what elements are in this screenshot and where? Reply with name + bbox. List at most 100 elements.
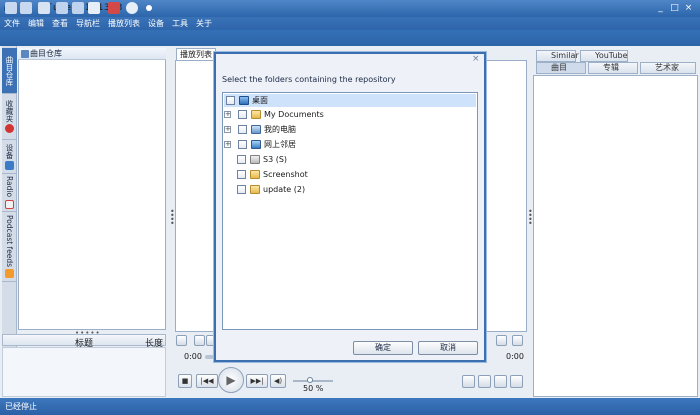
mute-button[interactable]: ◀)	[270, 374, 286, 388]
info-panel	[533, 75, 698, 397]
tab-podcast-feeds[interactable]: Podcast feeds	[2, 212, 17, 282]
library-tree[interactable]	[18, 48, 166, 330]
tree-row-s3-drive[interactable]: S3 (S)	[237, 153, 287, 166]
tab-albums-label: 专辑	[603, 63, 619, 72]
tab-youtube[interactable]: YouTube	[580, 50, 628, 62]
tree-label: My Documents	[264, 110, 324, 119]
monitor-icon[interactable]	[72, 2, 84, 14]
network-icon	[251, 140, 261, 149]
fullscreen-icon[interactable]	[510, 375, 523, 388]
dialog-close-icon[interactable]: ×	[472, 54, 480, 64]
checkbox[interactable]	[237, 170, 246, 179]
play-button[interactable]: ▶	[218, 367, 244, 393]
tree-row-screenshot[interactable]: Screenshot	[237, 168, 308, 181]
tree-label: S3 (S)	[263, 155, 288, 164]
menu-bar: 文件 编辑 查看 导航栏 播放列表 设备 工具 关于	[0, 17, 700, 30]
checkbox[interactable]	[238, 125, 247, 134]
open-folder-icon[interactable]	[5, 2, 17, 14]
expand-icon[interactable]: +	[224, 111, 231, 118]
stop-button[interactable]: ■	[178, 374, 192, 388]
menu-about[interactable]: 关于	[192, 17, 216, 30]
minimize-button[interactable]: _	[655, 3, 666, 14]
folder-icon	[251, 110, 261, 119]
record-icon[interactable]	[108, 2, 120, 14]
checkbox[interactable]	[226, 96, 235, 105]
rss-icon	[5, 269, 14, 279]
splitter-left-icon[interactable]: • • • •	[170, 208, 175, 228]
loop-icon[interactable]	[478, 375, 491, 388]
expand-icon[interactable]: +	[224, 141, 231, 148]
previous-button[interactable]: |◀◀	[196, 374, 218, 388]
zoom-icon[interactable]	[176, 335, 187, 346]
globe-icon[interactable]	[88, 2, 100, 14]
status-bar: 已经停止	[0, 398, 700, 415]
menu-navigation[interactable]: 导航栏	[72, 17, 104, 30]
tab-artists[interactable]: 艺术家	[640, 62, 696, 74]
time-elapsed: 0:00	[184, 352, 202, 361]
library-header[interactable]: 曲目仓库	[18, 48, 166, 60]
library-icon	[21, 50, 29, 58]
close-button[interactable]: ×	[683, 3, 694, 14]
menu-playlist[interactable]: 播放列表	[104, 17, 144, 30]
clipboard-icon[interactable]	[494, 375, 507, 388]
shuffle-icon[interactable]	[194, 335, 205, 346]
folder-icon	[250, 185, 260, 194]
ok-button[interactable]: 确定	[353, 341, 413, 355]
tab-favorites[interactable]: 收藏夹	[2, 94, 17, 140]
checkbox[interactable]	[237, 185, 246, 194]
desktop-icon	[239, 96, 249, 105]
checkbox[interactable]	[237, 155, 246, 164]
next-button[interactable]: ▶▶|	[246, 374, 268, 388]
tab-library-label: 曲目仓库	[5, 55, 14, 86]
tab-artists-label: 艺术家	[655, 63, 679, 72]
tree-row-update[interactable]: update (2)	[237, 183, 305, 196]
tab-similar-label: Similar	[551, 51, 579, 60]
device-icon	[5, 160, 14, 170]
menu-view[interactable]: 查看	[48, 17, 72, 30]
tree-row-my-documents[interactable]: + My Documents	[224, 108, 324, 121]
drive-icon	[250, 155, 260, 164]
dot-icon[interactable]	[146, 5, 152, 11]
tab-playlist[interactable]: 播放列表	[176, 48, 216, 60]
tab-radio[interactable]: Radio	[2, 174, 17, 212]
menu-edit[interactable]: 编辑	[24, 17, 48, 30]
track-list[interactable]	[2, 347, 166, 397]
tab-similar[interactable]: Similar	[536, 50, 579, 62]
cancel-button[interactable]: 取消	[418, 341, 478, 355]
volume-slider[interactable]	[293, 380, 333, 382]
tree-label: Screenshot	[263, 170, 308, 179]
radio-icon	[5, 199, 14, 209]
tree-row-my-computer[interactable]: + 我的电脑	[224, 123, 296, 136]
menu-file[interactable]: 文件	[0, 17, 24, 30]
favorite-icon[interactable]	[512, 335, 523, 346]
tab-tracks[interactable]: 曲目	[536, 62, 586, 74]
tab-library[interactable]: 曲目仓库	[2, 48, 17, 94]
tree-label: update (2)	[263, 185, 306, 194]
lyrics-icon[interactable]	[496, 335, 507, 346]
tab-devices-label: 设备	[5, 143, 14, 159]
tab-albums[interactable]: 专辑	[588, 62, 638, 74]
checkbox[interactable]	[238, 140, 247, 149]
menu-devices[interactable]: 设备	[144, 17, 168, 30]
tree-row-network[interactable]: + 网上邻居	[224, 138, 296, 151]
checkbox[interactable]	[238, 110, 247, 119]
copy-icon[interactable]	[462, 375, 475, 388]
tab-podcast-label: Podcast feeds	[5, 214, 14, 268]
tools-icon[interactable]	[38, 2, 50, 14]
maximize-button[interactable]: □	[669, 3, 680, 14]
menu-tools[interactable]: 工具	[168, 17, 192, 30]
tree-label: 桌面	[252, 96, 268, 105]
splitter-right-icon[interactable]: • • • •	[528, 208, 533, 228]
dialog-prompt: Select the folders containing the reposi…	[222, 75, 396, 84]
time-total: 0:00	[506, 352, 524, 361]
clock-icon[interactable]	[126, 2, 138, 14]
refresh-icon[interactable]	[20, 2, 32, 14]
tab-tracks-label: 曲目	[551, 63, 567, 72]
chat-icon[interactable]	[56, 2, 68, 14]
computer-icon	[251, 125, 261, 134]
tree-row-desktop[interactable]: 桌面	[224, 94, 476, 107]
tree-label: 网上邻居	[264, 140, 296, 149]
tab-devices[interactable]: 设备	[2, 140, 17, 174]
volume-knob[interactable]	[307, 377, 313, 383]
expand-icon[interactable]: +	[224, 126, 231, 133]
